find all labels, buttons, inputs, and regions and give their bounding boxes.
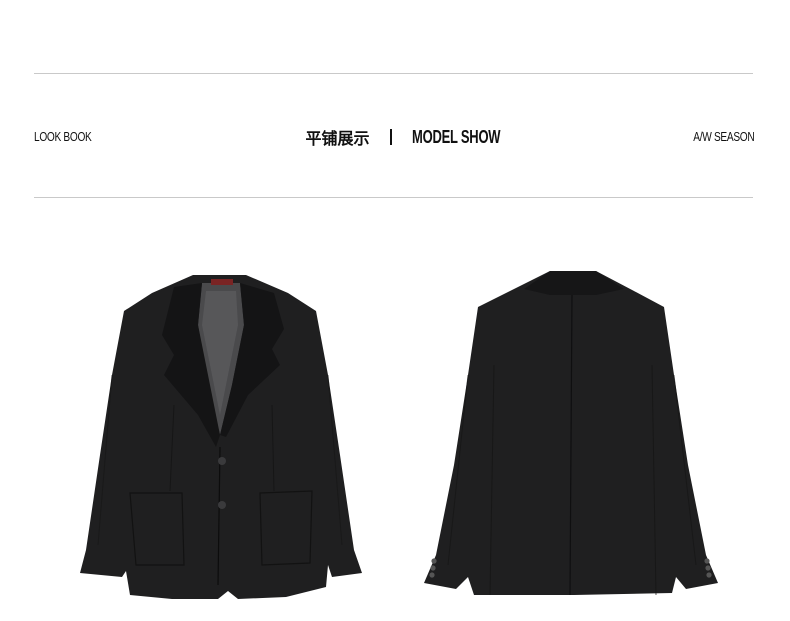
- title-separator: [390, 129, 392, 145]
- blazer-back-image: [420, 265, 722, 601]
- title-english: MODEL SHOW: [412, 126, 501, 147]
- section-header: LOOK BOOK 平铺展示 MODEL SHOW A/W SEASON: [0, 120, 790, 154]
- section-title: 平铺展示 MODEL SHOW: [0, 125, 790, 149]
- bottom-divider: [34, 197, 753, 198]
- season-label: A/W SEASON: [692, 129, 754, 144]
- top-divider: [34, 73, 753, 74]
- title-chinese: 平铺展示: [305, 129, 370, 148]
- blazer-front-image: [78, 265, 364, 601]
